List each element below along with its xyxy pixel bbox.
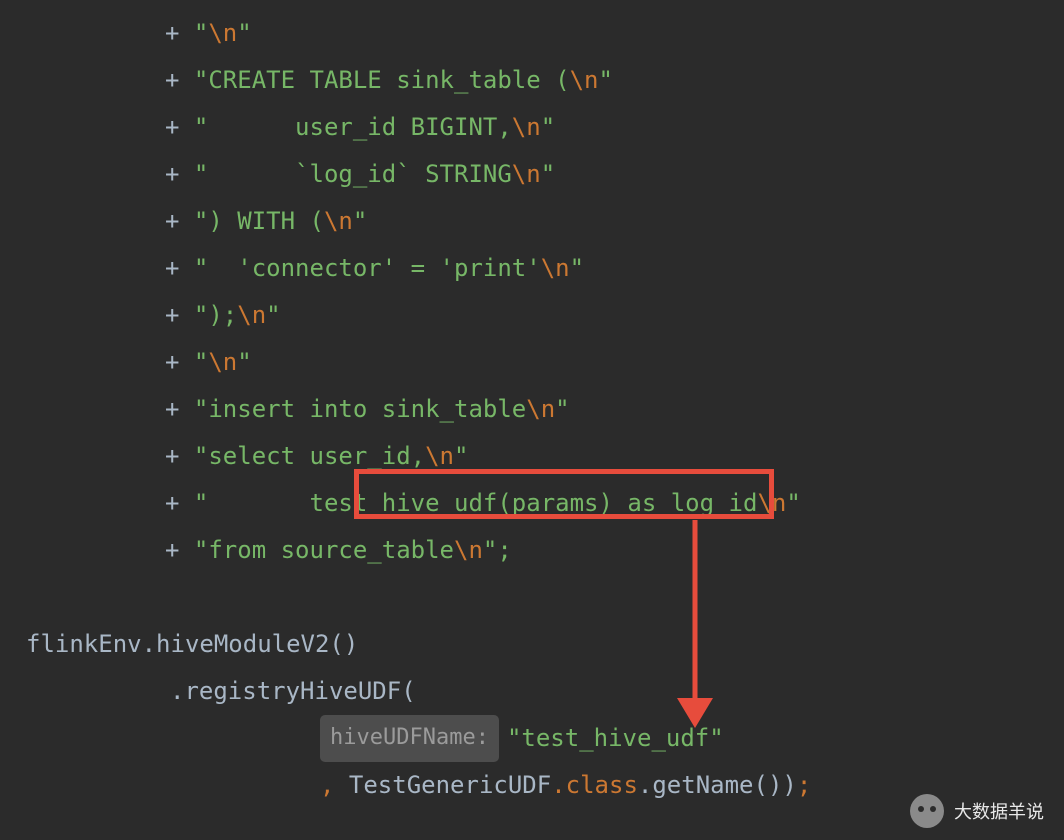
- code-line: + "from source_table\n";: [10, 527, 1064, 574]
- watermark-text: 大数据羊说: [954, 798, 1044, 824]
- code-line: + "select user_id,\n": [10, 433, 1064, 480]
- code-line: , TestGenericUDF.class.getName());: [10, 762, 1064, 809]
- code-line: + " `log_id` STRING\n": [10, 151, 1064, 198]
- code-line: + " 'connector' = 'print'\n": [10, 245, 1064, 292]
- code-line: + "insert into sink_table\n": [10, 386, 1064, 433]
- code-line: + ");\n": [10, 292, 1064, 339]
- code-line: + " test_hive_udf(params) as log_id\n": [10, 480, 1064, 527]
- code-line: .registryHiveUDF(: [10, 668, 1064, 715]
- code-editor[interactable]: + "\n" + "CREATE TABLE sink_table (\n" +…: [0, 0, 1064, 809]
- watermark: 大数据羊说: [910, 794, 1044, 828]
- code-line: + " user_id BIGINT,\n": [10, 104, 1064, 151]
- code-line: + "CREATE TABLE sink_table (\n": [10, 57, 1064, 104]
- code-line: hiveUDFName:"test_hive_udf": [10, 715, 1064, 762]
- code-line: + ") WITH (\n": [10, 198, 1064, 245]
- code-line: + "\n": [10, 10, 1064, 57]
- code-line: + "\n": [10, 339, 1064, 386]
- code-line: flinkEnv.hiveModuleV2(): [10, 621, 1064, 668]
- watermark-icon: [910, 794, 944, 828]
- parameter-hint: hiveUDFName:: [320, 715, 499, 762]
